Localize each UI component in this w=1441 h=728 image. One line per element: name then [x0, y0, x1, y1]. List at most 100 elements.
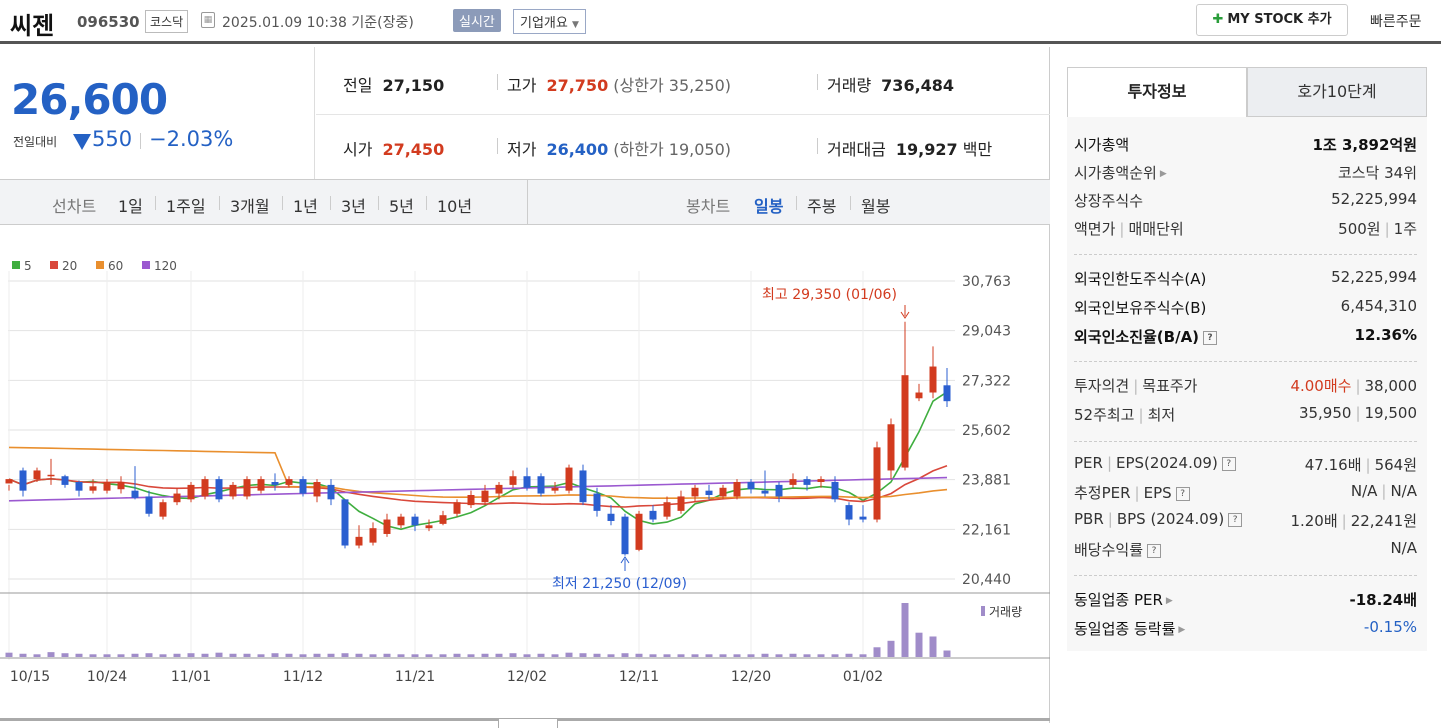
candle-body: [481, 490, 489, 503]
divider: |: [1106, 454, 1113, 472]
row-label: 52주최고 | 최저: [1074, 404, 1175, 425]
y-tick-label: 22,161: [962, 522, 1011, 538]
row-label: 외국인한도주식수(A): [1074, 270, 1207, 288]
info-row-sector-change[interactable]: 동일업종 등락률 ▶ -0.15%: [1074, 618, 1417, 642]
row-value: 47.16배 | 564원: [1305, 454, 1417, 475]
candle-body: [159, 502, 167, 517]
volume-bar: [873, 647, 881, 657]
y-tick-label: 27,322: [962, 373, 1011, 389]
divider: |: [1133, 377, 1139, 395]
row-label-2: EPS: [1143, 484, 1172, 502]
help-icon[interactable]: ?: [1175, 486, 1190, 501]
divider: [1074, 361, 1417, 362]
legend-label: 5: [24, 259, 32, 273]
candle-body: [439, 515, 447, 524]
row-label-text: 동일업종 PER: [1074, 591, 1163, 609]
row-label: 추정PER | EPS?: [1074, 482, 1190, 503]
candle-body: [775, 484, 783, 497]
volume-bar: [691, 654, 699, 657]
legend-swatch: [12, 261, 20, 269]
candle-body: [369, 528, 377, 543]
volume-bar: [747, 654, 755, 657]
candle-body: [313, 482, 321, 497]
legend-label: 60: [108, 259, 123, 273]
volume-bar: [719, 654, 727, 657]
row-label-2: EPS(2024.09): [1116, 454, 1218, 472]
volume-bar: [929, 636, 937, 657]
row-label: 액면가 | 매매단위: [1074, 218, 1184, 239]
legend-label: 20: [62, 259, 77, 273]
volume-bar: [47, 652, 55, 657]
x-tick-label: 10/15: [10, 669, 50, 685]
row-value-2: 38,000: [1364, 377, 1418, 395]
info-row-market-cap-rank[interactable]: 시가총액순위 ▶ 코스닥 34위: [1074, 162, 1417, 186]
tab-investment-info[interactable]: 투자정보: [1067, 67, 1247, 117]
row-label: 동일업종 등락률 ▶: [1074, 618, 1185, 639]
divider: [1074, 575, 1417, 576]
volume-bar: [677, 654, 685, 657]
stock-header: 씨젠 096530 코스닥 ▦ 2025.01.09 10:38 기준(장중) …: [0, 0, 1441, 44]
quick-order-link[interactable]: 빠른주문: [1370, 11, 1422, 31]
candle-body: [5, 479, 13, 484]
divider: |: [1134, 484, 1140, 502]
volume-bar: [215, 652, 223, 657]
investment-info-panel: 투자정보 호가10단계 시가총액 1조 3,892억원 시가총액순위 ▶ 코스닥 34…: [1067, 67, 1427, 651]
calendar-icon: ▦: [201, 12, 215, 28]
stock-code: 096530: [77, 13, 140, 31]
volume-bar: [789, 653, 797, 657]
row-label-1: PBR: [1074, 510, 1104, 528]
volume-bar: [551, 654, 559, 657]
info-row-52w: 52주최고 | 최저 35,950 | 19,500: [1074, 404, 1417, 428]
realtime-button[interactable]: 실시간: [453, 9, 501, 32]
chevron-down-icon: ▼: [571, 20, 579, 30]
candle-body: [663, 502, 671, 517]
row-value-2: 1주: [1393, 220, 1417, 238]
x-tick-label: 12/11: [619, 669, 659, 685]
volume-bar: [271, 653, 279, 657]
volume-legend-label: 거래량: [989, 605, 1022, 619]
plus-icon: ✚: [1212, 12, 1224, 27]
divider: |: [1384, 220, 1390, 238]
help-icon[interactable]: ?: [1203, 330, 1218, 345]
candle-body: [33, 470, 41, 480]
volume-bar: [397, 654, 405, 657]
help-icon[interactable]: ?: [1228, 512, 1243, 527]
high-annotation: 최고 29,350 (01/06): [762, 287, 897, 303]
panel-toggle-tab[interactable]: [498, 718, 558, 728]
candle-body: [915, 392, 923, 399]
divider: |: [1365, 456, 1371, 474]
candle-body: [593, 493, 601, 511]
volume-bar: [467, 654, 475, 657]
help-icon[interactable]: ?: [1147, 543, 1162, 558]
row-label-1: 52주최고: [1074, 406, 1135, 424]
info-row-sector-per[interactable]: 동일업종 PER ▶ -18.24배: [1074, 589, 1417, 613]
price-chart[interactable]: 5 20 60 120 30,763 29,043 27,322 25,602 23,881 2…: [0, 47, 1050, 723]
row-label-1: PER: [1074, 454, 1103, 472]
company-overview-dropdown[interactable]: 기업개요 ▼: [513, 9, 586, 34]
help-icon[interactable]: ?: [1221, 456, 1236, 471]
row-label: 외국인소진율(B/A)?: [1074, 326, 1218, 347]
volume-bar: [285, 653, 293, 657]
add-my-stock-button[interactable]: ✚ MY STOCK 추가: [1196, 4, 1348, 36]
volume-bar: [131, 653, 139, 657]
volume-bar: [831, 654, 839, 657]
volume-bar: [383, 653, 391, 657]
legend-swatch: [50, 261, 58, 269]
row-label-text: 외국인소진율(B/A): [1074, 328, 1200, 346]
timestamp: 2025.01.09 10:38 기준(장중): [222, 15, 414, 31]
row-value-1: 47.16배: [1304, 456, 1362, 474]
volume-bar: [313, 653, 321, 657]
row-value-2: N/A: [1390, 482, 1417, 500]
candle-body: [537, 476, 545, 494]
volume-bar: [509, 653, 517, 657]
volume-bar: [117, 654, 125, 657]
info-row-par-value: 액면가 | 매매단위 500원 | 1주: [1074, 218, 1417, 242]
tab-order-book[interactable]: 호가10단계: [1247, 67, 1427, 117]
info-row-listed-shares: 상장주식수 52,225,994: [1074, 190, 1417, 214]
candle-body: [635, 513, 643, 550]
volume-bar: [901, 603, 909, 657]
candle-body: [411, 516, 419, 526]
info-tabs: 투자정보 호가10단계: [1067, 67, 1427, 117]
volume-bar: [89, 654, 97, 657]
candle-body: [47, 474, 55, 477]
